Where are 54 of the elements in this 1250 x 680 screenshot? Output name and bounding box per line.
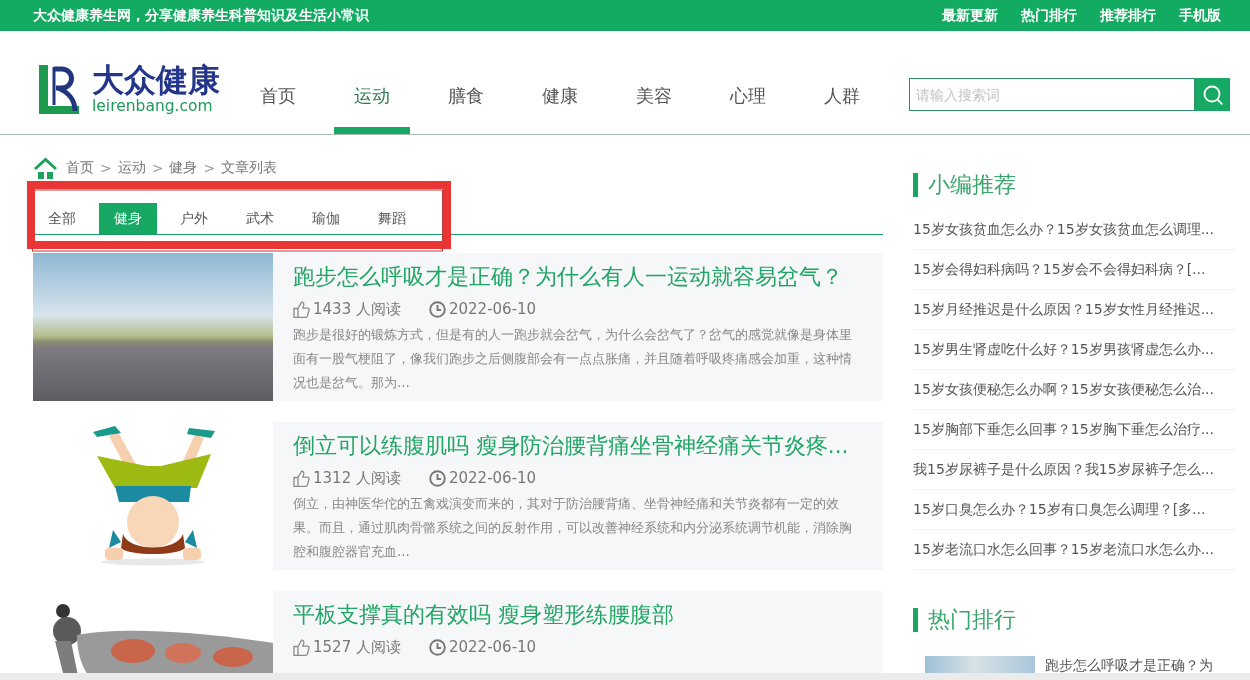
view-count: 1312 人阅读 <box>313 468 401 488</box>
sidebar-link[interactable]: 15岁男生肾虚吃什么好？15岁男孩肾虚怎么办... <box>913 330 1235 370</box>
thumbs-up-icon <box>293 469 310 487</box>
nav-link[interactable]: 人群 <box>804 31 880 134</box>
breadcrumb-link[interactable]: 健身 <box>169 159 198 177</box>
nav-link[interactable]: 健康 <box>522 31 598 134</box>
horizontal-scrollbar[interactable] <box>0 673 1250 680</box>
publish-date: 2022-06-10 <box>448 469 537 487</box>
sidebar-link[interactable]: 15岁女孩贫血怎么办？15岁女孩贫血怎么调理... <box>913 210 1235 250</box>
nav-link[interactable]: 美容 <box>616 31 692 134</box>
logo-mark-icon <box>38 64 80 115</box>
sidebar-link[interactable]: 15岁月经推迟是什么原因？15岁女性月经推迟... <box>913 290 1235 330</box>
nav-link[interactable]: 首页 <box>240 31 316 134</box>
section-heading: 热门排行 <box>913 608 1235 632</box>
breadcrumb-link[interactable]: 首页 <box>66 159 94 177</box>
sidebar-link[interactable]: 15岁女孩便秘怎么办啊？15岁女孩便秘怎么治... <box>913 370 1235 410</box>
sidebar-link[interactable]: 我15岁尿裤子是什么原因？我15岁尿裤子怎么... <box>913 450 1235 490</box>
sidebar-link[interactable]: 15岁胸部下垂怎么回事？15岁胸下垂怎么治疗... <box>913 410 1235 450</box>
nav-link[interactable]: 膳食 <box>428 31 504 134</box>
category-tab[interactable]: 舞蹈 <box>363 203 421 234</box>
view-count: 1433 人阅读 <box>313 299 401 319</box>
breadcrumb-link[interactable]: 文章列表 <box>221 159 278 177</box>
category-tab[interactable]: 武术 <box>231 203 289 234</box>
breadcrumb-separator: > <box>151 160 164 176</box>
home-icon[interactable] <box>33 157 58 179</box>
nav-link[interactable]: 运动 <box>334 31 410 134</box>
category-tab[interactable]: 户外 <box>165 203 223 234</box>
article-excerpt: 跑步是很好的锻炼方式，但是有的人一跑步就会岔气，为什么会岔气了？岔气的感觉就像是身体里面有一股气梗阻了，像我们跑步之后侧腹部会有一点点胀痛，并且随着呼吸疼痛感会加重，这种情况也是岔气。那为... <box>293 326 853 392</box>
clock-icon <box>428 300 446 318</box>
sidebar-link[interactable]: 15岁口臭怎么办？15岁有口臭怎么调理？[多... <box>913 490 1235 530</box>
clock-icon <box>428 469 446 487</box>
nav-link[interactable]: 心理 <box>710 31 786 134</box>
search-button[interactable] <box>1195 78 1230 111</box>
article-excerpt: 倒立，由神医华佗的五禽戏演变而来的，其对于防治腰背痛、坐骨神经痛和关节炎都有一定的效果。而且，通过肌肉骨骼系统之间的反射作用，可以改善神经系统和内分泌系统调节机能，消除胸腔和腹腔器官充血... <box>293 495 853 561</box>
category-tab[interactable]: 瑜伽 <box>297 203 355 234</box>
publish-date: 2022-06-10 <box>448 300 537 318</box>
section-heading: 小编推荐 <box>913 173 1235 197</box>
thumbs-up-icon <box>293 638 310 656</box>
sidebar-link[interactable]: 15岁会得妇科病吗？15岁会不会得妇科病？[... <box>913 250 1235 290</box>
search-icon <box>1202 84 1223 105</box>
search-field[interactable]: 请输入搜索词 <box>909 78 1195 111</box>
site-domain: leirenbang.com <box>92 97 214 115</box>
site-name: 大众健康 <box>92 64 220 97</box>
view-count: 1527 人阅读 <box>313 637 401 657</box>
breadcrumb-separator: > <box>203 160 216 176</box>
breadcrumb-separator: > <box>100 160 112 176</box>
hot-article-link[interactable]: 跑步怎么呼吸才是正确？为 <box>1045 656 1213 673</box>
category-tab[interactable]: 全部 <box>33 203 91 234</box>
publish-date: 2022-06-10 <box>448 638 537 656</box>
sidebar-link[interactable]: 15岁老流口水怎么回事？15岁老流口水怎么办... <box>913 530 1235 570</box>
thumbs-up-icon <box>293 300 310 318</box>
breadcrumb-link[interactable]: 运动 <box>117 159 146 177</box>
clock-icon <box>428 638 446 656</box>
site-tagline: 大众健康养生网，分享健康养生科普知识及生活小常识 <box>33 6 369 25</box>
